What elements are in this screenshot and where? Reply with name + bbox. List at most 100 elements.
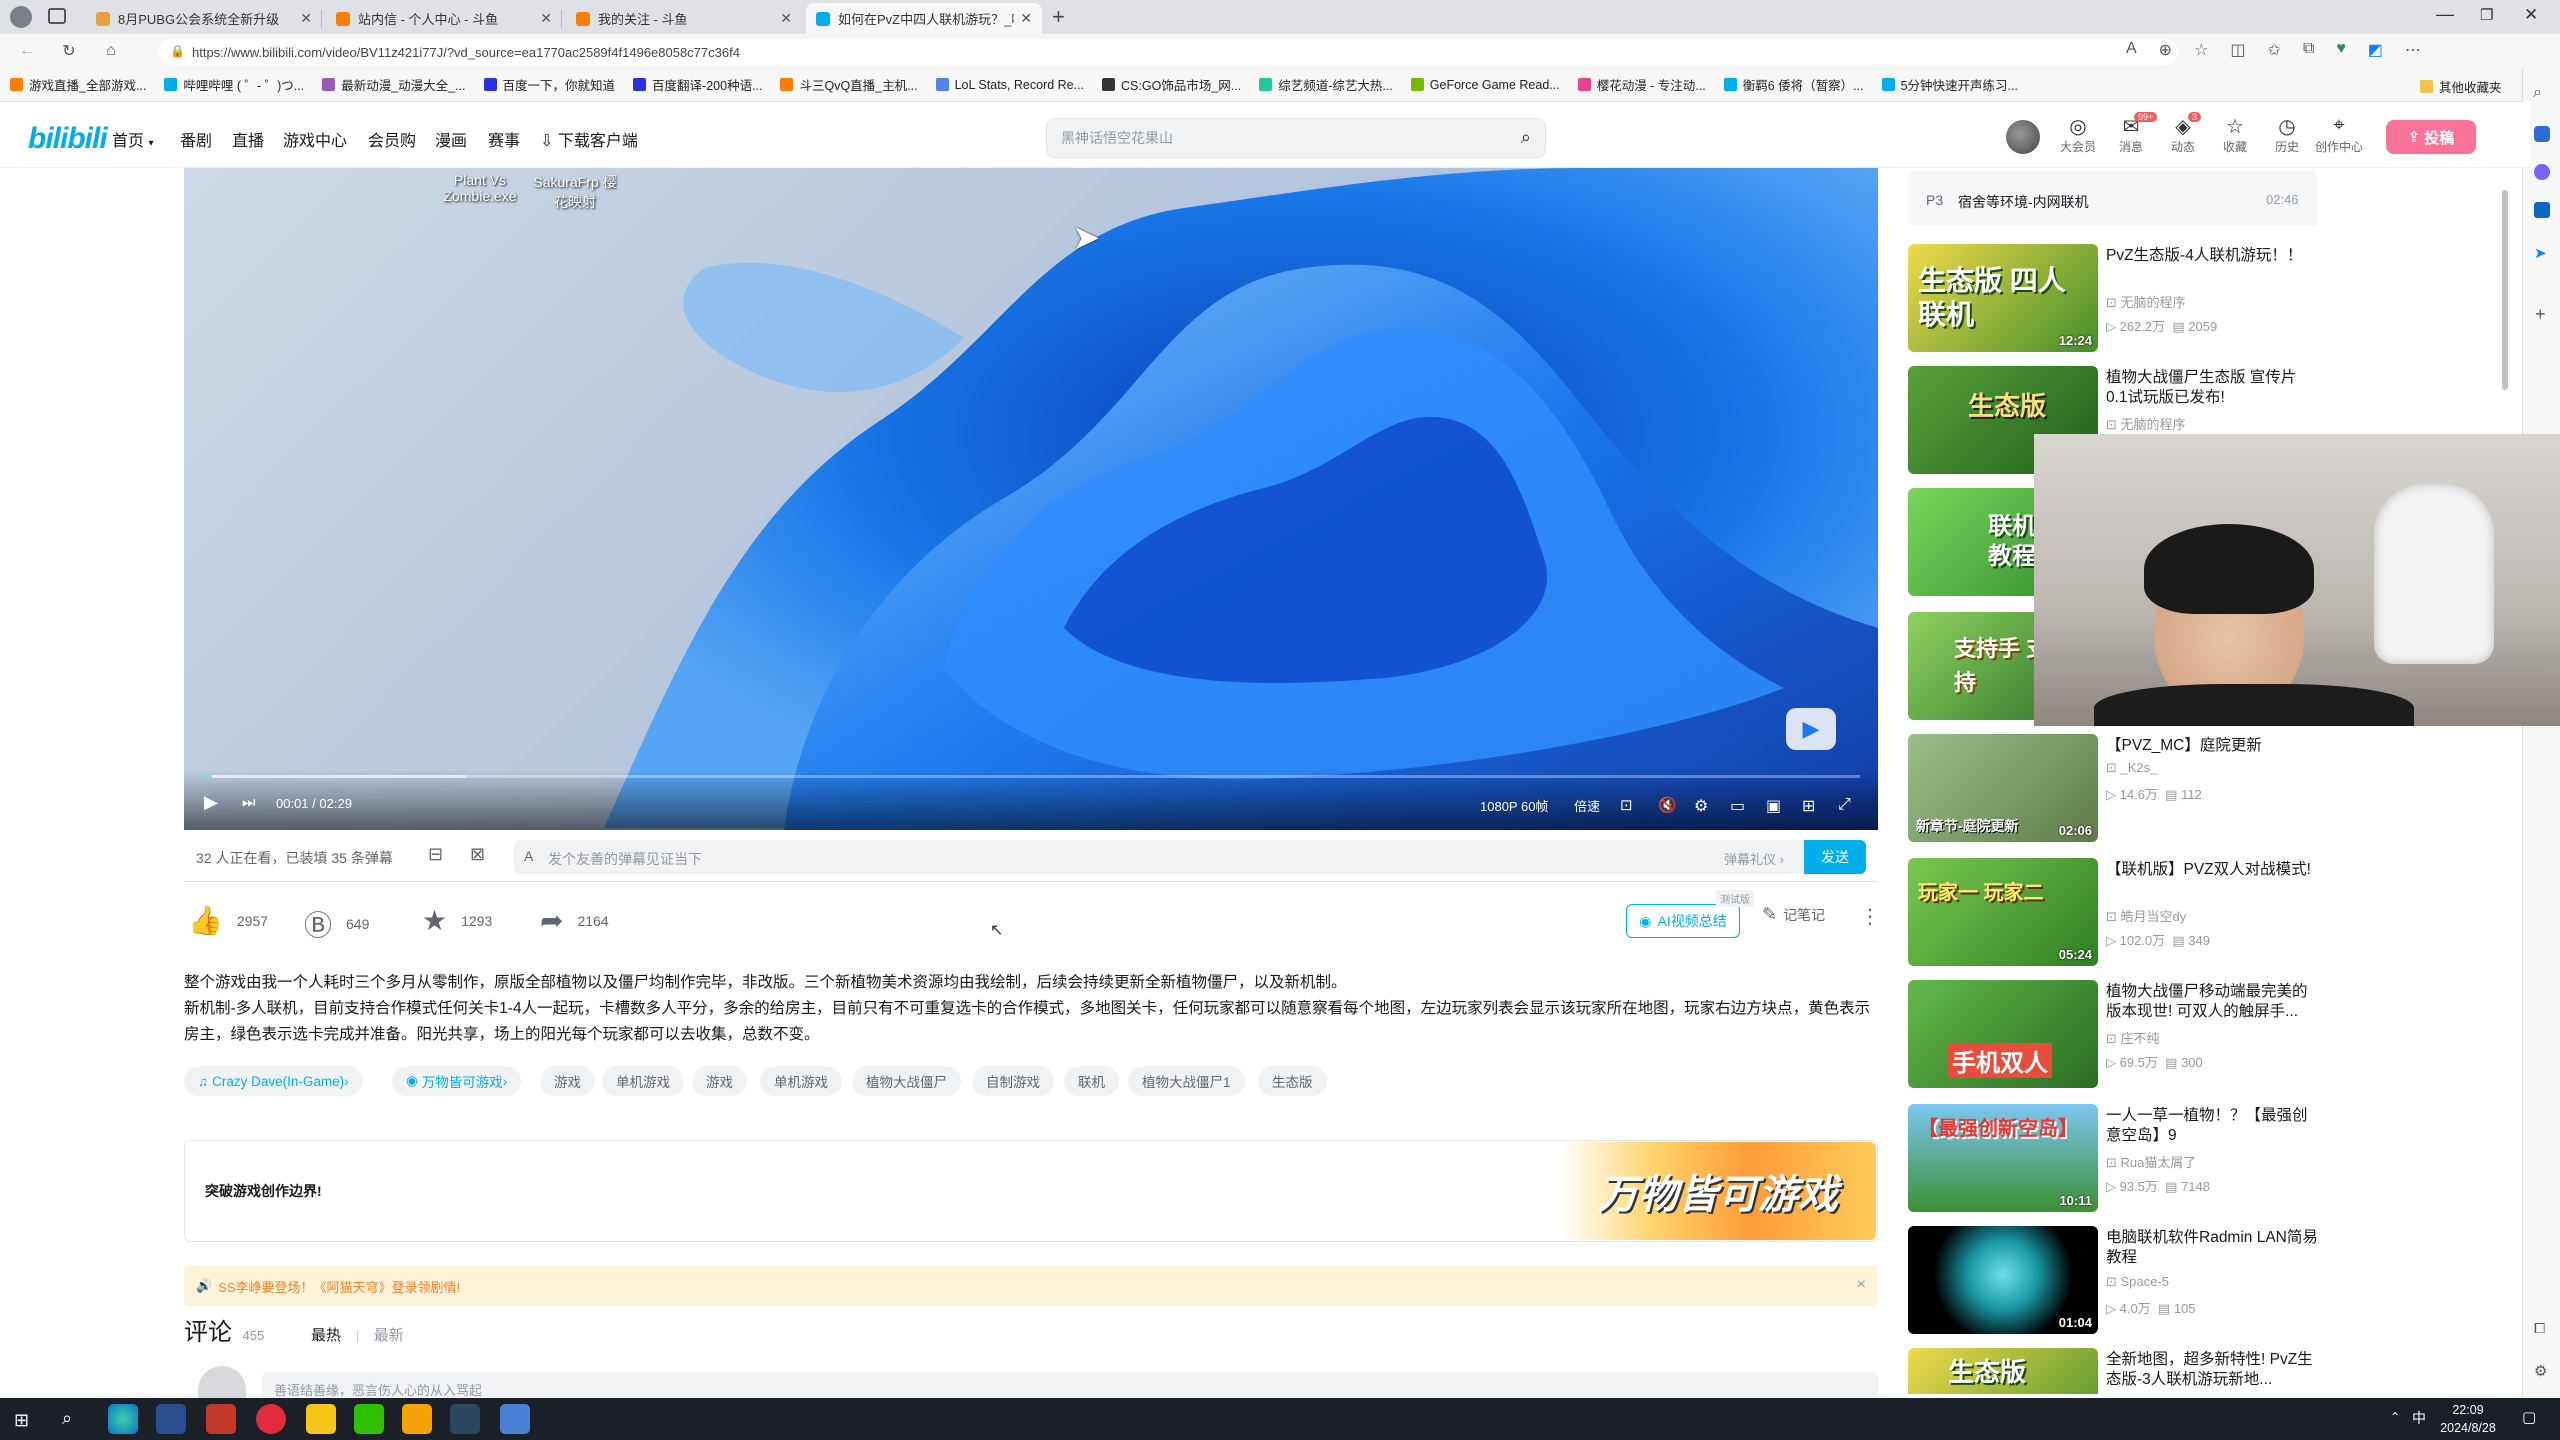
screenshot-icon[interactable]: ⧠: [2534, 1320, 2545, 1337]
nav-live[interactable]: 直播: [232, 127, 264, 151]
tag[interactable]: 植物大战僵尸: [852, 1066, 961, 1096]
window-close-button[interactable]: ✕: [2524, 5, 2538, 25]
refresh-icon[interactable]: ↻: [54, 36, 84, 66]
uploader-name[interactable]: ⊡ 庄不纯: [2106, 1028, 2160, 1047]
kook-icon[interactable]: [306, 1404, 336, 1434]
comment-input[interactable]: 善语结善缘，恶言伤人心的从入骂起: [262, 1372, 1878, 1398]
nav-mall[interactable]: 会员购: [368, 127, 416, 151]
app-icon[interactable]: [402, 1404, 432, 1434]
netease-music-icon[interactable]: [256, 1404, 286, 1434]
steam-icon[interactable]: [450, 1404, 480, 1434]
pen-app-icon[interactable]: [156, 1404, 186, 1434]
nav-game-center[interactable]: 游戏中心: [283, 127, 347, 151]
uploader-name[interactable]: ⊡ 皓月当空dy: [2106, 906, 2186, 925]
danmaku-send-button[interactable]: 发送: [1804, 840, 1866, 874]
nav-download-client[interactable]: ⇩ 下载客户端: [540, 127, 638, 151]
tag[interactable]: 自制游戏: [972, 1066, 1054, 1096]
tag-topic[interactable]: ◉ 万物皆可游戏 ›: [392, 1066, 522, 1096]
header-dynamics[interactable]: ◈ 动态 3: [2158, 112, 2208, 155]
font-style-icon[interactable]: A: [524, 848, 533, 864]
bilibili-logo[interactable]: bilibili: [28, 122, 108, 156]
speed-selector[interactable]: 倍速: [1574, 796, 1600, 815]
browser-tab[interactable]: 我的关注 - 斗鱼 ✕: [566, 3, 802, 34]
sort-hot[interactable]: 最热: [311, 1327, 341, 1344]
danmaku-settings-icon[interactable]: ⊠: [470, 844, 485, 865]
app-window-icon[interactable]: [500, 1404, 530, 1434]
tag[interactable]: 联机: [1064, 1066, 1119, 1096]
upload-button[interactable]: ⇪ 投稿: [2386, 120, 2476, 154]
browser-tab[interactable]: 站内信 - 个人中心 - 斗鱼 ✕: [326, 3, 562, 34]
close-icon[interactable]: ✕: [300, 10, 312, 27]
like-button[interactable]: 👍 2957: [188, 904, 268, 937]
coin-button[interactable]: Ⓑ 649: [304, 904, 369, 944]
wechat-icon[interactable]: [354, 1404, 384, 1434]
recommended-video[interactable]: 手机双人 植物大战僵尸移动端最完美的版本现世! 可双人的触屏手... ⊡ 庄不纯…: [1908, 980, 2328, 1088]
maximize-button[interactable]: ❐: [2480, 6, 2493, 24]
nav-home[interactable]: 首页 ▾: [112, 127, 154, 151]
video-thumbnail[interactable]: 生态版: [1908, 1348, 2098, 1394]
more-options-icon[interactable]: ⋮: [1860, 904, 1880, 929]
video-player[interactable]: Plant Vs Zombie.exe SakuraFrp 樱花映射 ➤ ▶: [184, 168, 1878, 830]
home-icon[interactable]: ⌂: [96, 36, 126, 66]
header-favorites[interactable]: ☆ 收藏: [2210, 114, 2260, 155]
bookmark-item[interactable]: 哔哩哔哩 ( ゜- ゜)つ...: [164, 75, 304, 94]
recommended-video[interactable]: 生态版 全新地图，超多新特性! PvZ生态版-3人联机游玩新地...: [1908, 1348, 2328, 1394]
minimize-button[interactable]: —: [2436, 4, 2454, 25]
browser-tab[interactable]: 8月PUBG公会系统全新升级 ✕: [86, 3, 322, 34]
uploader-name[interactable]: ⊡ Space-5: [2106, 1274, 2169, 1290]
danmaku-input[interactable]: A 发个友善的弹幕见证当下 弹幕礼仪 ›: [514, 840, 1866, 874]
share-button[interactable]: ➦ 2164: [540, 904, 609, 937]
video-title[interactable]: 一人一草一植物！？【最强创意空岛】9: [2106, 1106, 2322, 1146]
recommended-video[interactable]: 01:04 电脑联机软件Radmin LAN简易教程 ⊡ Space-5 ▷ 4…: [1908, 1226, 2328, 1334]
tag[interactable]: 单机游戏: [760, 1066, 842, 1096]
video-thumbnail[interactable]: 01:04: [1908, 1226, 2098, 1334]
pip-icon[interactable]: ▭: [1730, 796, 1745, 816]
uploader-name[interactable]: ⊡ 无脑的程序: [2106, 292, 2186, 311]
profile-icon[interactable]: [10, 6, 32, 28]
browser-tab-active[interactable]: 如何在PvZ中四人联机游玩？_哔哩 ✕: [806, 3, 1042, 34]
add-icon[interactable]: +: [2535, 304, 2546, 325]
recommended-video[interactable]: 【最强创新空岛】 10:11 一人一草一植物！？【最强创意空岛】9 ⊡ Rua猫太…: [1908, 1104, 2328, 1212]
video-thumbnail[interactable]: 【最强创新空岛】 10:11: [1908, 1104, 2098, 1212]
new-tab-button[interactable]: +: [1052, 4, 1065, 30]
page-scrollbar[interactable]: [2502, 190, 2508, 390]
danmaku-etiquette-link[interactable]: 弹幕礼仪 ›: [1724, 849, 1784, 868]
ai-summary-button[interactable]: ◉ AI视频总结: [1626, 904, 1740, 938]
tab-actions-icon[interactable]: [48, 8, 66, 24]
avatar[interactable]: [2006, 120, 2040, 154]
video-thumbnail[interactable]: 手机双人: [1908, 980, 2098, 1088]
recommended-video[interactable]: 新章节-庭院更新 02:06 【PVZ_MC】庭院更新 ⊡ _K2s_ ▷ 14.…: [1908, 734, 2328, 842]
quality-selector[interactable]: 1080P 60帧: [1480, 796, 1548, 815]
video-thumbnail[interactable]: 新章节-庭院更新 02:06: [1908, 734, 2098, 842]
search-icon[interactable]: ⌕: [1521, 127, 1531, 148]
bookmark-item[interactable]: 综艺频道-综艺大热...: [1259, 75, 1393, 94]
recommended-video[interactable]: 玩家一 玩家二 05:24 【联机版】PVZ双人对战模式! ⊡ 皓月当空dy ▷ …: [1908, 858, 2328, 966]
bookmark-item[interactable]: CS:GO饰品市场_网...: [1102, 75, 1241, 94]
web-fullscreen-icon[interactable]: ⊞: [1802, 796, 1815, 816]
header-messages[interactable]: ✉ 消息 99+: [2106, 112, 2158, 155]
bookmark-item[interactable]: 百度翻译-200种语...: [633, 75, 762, 94]
browser-essentials-icon[interactable]: ♥: [2336, 40, 2346, 60]
copilot-icon[interactable]: ◩: [2368, 40, 2383, 60]
ime-indicator[interactable]: 中: [2412, 1408, 2426, 1428]
favorite-star-icon[interactable]: ☆: [2194, 40, 2208, 60]
bookmark-item[interactable]: 最新动漫_动漫大全_...: [322, 75, 466, 94]
settings-more-icon[interactable]: ⋯: [2405, 40, 2421, 60]
search-input[interactable]: 黑神话悟空花果山 ⌕: [1046, 118, 1546, 158]
favorites-icon[interactable]: ✩: [2268, 40, 2281, 60]
back-icon[interactable]: ←: [12, 36, 42, 66]
mute-icon[interactable]: 🔇: [1658, 796, 1677, 814]
notes-button[interactable]: ✎ 记笔记: [1762, 904, 1825, 925]
edge-icon[interactable]: [108, 1404, 138, 1434]
tools-icon[interactable]: [2534, 164, 2550, 180]
header-history[interactable]: ◷ 历史: [2262, 114, 2312, 155]
tag[interactable]: 植物大战僵尸1: [1128, 1066, 1245, 1096]
close-icon[interactable]: ×: [1857, 1276, 1866, 1294]
tag[interactable]: 游戏: [692, 1066, 747, 1096]
fullscreen-icon[interactable]: ⤢: [1838, 796, 1851, 814]
search-icon[interactable]: ⌕: [62, 1408, 72, 1429]
address-bar[interactable]: 🔒 https://www.bilibili.com/video/BV11z42…: [158, 39, 2178, 65]
video-title[interactable]: 植物大战僵尸生态版 宣传片 0.1试玩版已发布!: [2106, 368, 2322, 408]
uploader-name[interactable]: ⊡ 无脑的程序: [2106, 414, 2186, 433]
sidebar-settings-icon[interactable]: ⚙: [2534, 1362, 2547, 1380]
